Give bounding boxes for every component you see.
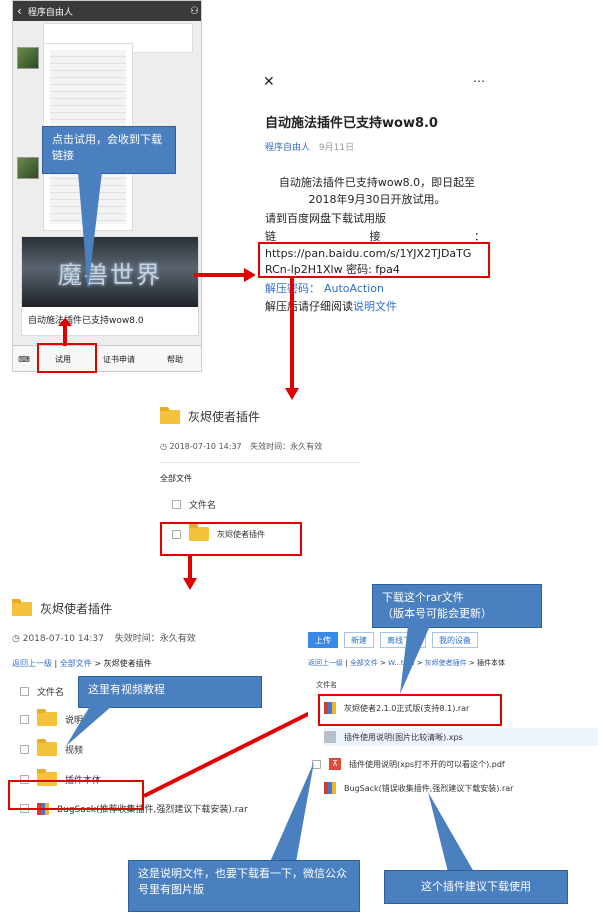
callout-download-rar: 下载这个rar文件 （版本号可能会更新） bbox=[372, 584, 542, 628]
xps-file-icon bbox=[324, 731, 336, 743]
folder-icon bbox=[160, 406, 180, 424]
share3-header-row: 文件名 bbox=[316, 681, 337, 689]
avatar bbox=[17, 47, 39, 69]
share1-header-row: 文件名 bbox=[172, 498, 360, 511]
clock-icon: ◷ bbox=[160, 442, 167, 451]
close-icon[interactable]: ✕ bbox=[263, 74, 275, 90]
share1-title: 灰烬使者插件 bbox=[188, 410, 261, 424]
article-para2: 请到百度网盘下载试用版 bbox=[265, 212, 386, 225]
share2-title: 灰烬使者插件 bbox=[40, 602, 113, 616]
share2-breadcrumb: 返回上一级 | 全部文件 > 灰烬使者插件 bbox=[12, 659, 152, 668]
manual-link[interactable]: 说明文件 bbox=[353, 300, 397, 313]
share1-all-files[interactable]: 全部文件 bbox=[160, 462, 360, 484]
person-icon[interactable]: ⚇ bbox=[190, 6, 199, 17]
unzip-password: 解压密码：AutoAction bbox=[265, 282, 384, 295]
red-arrow-up bbox=[58, 318, 72, 346]
avatar bbox=[17, 157, 39, 179]
share3-toolbar: 上传 新建 离线下载 我的设备 bbox=[308, 632, 598, 648]
callout-pointer bbox=[400, 626, 430, 694]
article-title: 自动施法插件已支持wow8.0 bbox=[265, 116, 438, 131]
wechat-topbar: ‹ 程序自由人 ⚇ bbox=[13, 1, 201, 21]
share3-row[interactable]: 插件使用说明(图片比较清晰).xps bbox=[324, 728, 598, 746]
highlight-share1-folder bbox=[160, 522, 302, 556]
new-button[interactable]: 新建 bbox=[344, 632, 374, 648]
callout-pointer bbox=[428, 792, 474, 872]
my-devices-button[interactable]: 我的设备 bbox=[432, 632, 478, 648]
tab-help[interactable]: 帮助 bbox=[147, 354, 201, 365]
clock-icon: ◷ bbox=[12, 634, 20, 644]
rar-file-icon bbox=[324, 782, 336, 794]
article-author[interactable]: 程序自由人 bbox=[265, 143, 310, 153]
highlight-main-rar bbox=[318, 694, 502, 726]
share3-breadcrumb: 返回上一级 | 全部文件 > W...tion > 灰烬使者插件 > 插件本体 bbox=[308, 659, 505, 667]
article-date: 9月11日 bbox=[318, 143, 355, 153]
red-arrow-down-2 bbox=[183, 554, 197, 590]
red-arrow-right bbox=[194, 268, 256, 282]
callout-pointer bbox=[78, 172, 102, 290]
highlight-url bbox=[258, 242, 490, 278]
pdf-file-icon: ⊼ bbox=[329, 758, 341, 770]
highlight-plugin-body bbox=[8, 780, 144, 810]
folder-icon bbox=[37, 739, 57, 756]
callout-pointer bbox=[270, 762, 314, 862]
folder-icon bbox=[12, 598, 32, 616]
callout-plugin-recommend: 这个插件建议下载使用 bbox=[384, 870, 568, 904]
select-all-checkbox[interactable] bbox=[172, 500, 181, 509]
article-para1: 自动施法插件已支持wow8.0，即日起至2018年9月30日开放试用。 bbox=[278, 176, 476, 206]
keyboard-icon[interactable]: ⌨ bbox=[13, 355, 35, 364]
folder-icon bbox=[37, 709, 57, 726]
callout-manual: 这是说明文件，也要下载看一下，微信公众号里有图片版 bbox=[128, 860, 360, 912]
tab-certificate[interactable]: 证书申请 bbox=[91, 354, 147, 365]
share1-date: 2018-07-10 14:37 bbox=[169, 442, 242, 451]
callout-click-trial: 点击试用，会收到下载链接 bbox=[42, 126, 176, 174]
share1-expiry: 失效时间：永久有效 bbox=[250, 442, 323, 451]
upload-button[interactable]: 上传 bbox=[308, 632, 338, 648]
account-title: 程序自由人 bbox=[27, 7, 73, 18]
callout-pointer bbox=[66, 706, 112, 746]
red-arrow-down bbox=[285, 276, 299, 400]
highlight-trial bbox=[37, 343, 97, 373]
back-icon[interactable]: ‹ bbox=[17, 4, 22, 18]
share3-row[interactable]: ⊼ 插件使用说明(xps打不开的可以看这个).pdf bbox=[312, 758, 598, 770]
more-icon[interactable]: ⋯ bbox=[473, 74, 485, 88]
